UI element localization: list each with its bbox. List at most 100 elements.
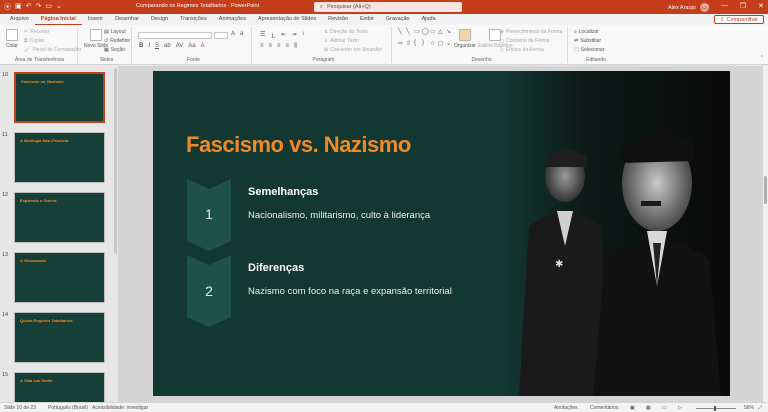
line-spacing-icon[interactable]: ↕ [301,31,304,40]
spacing-icon[interactable]: AV [176,43,184,49]
tab-desenhar[interactable]: Desenhar [109,14,145,25]
paste-button[interactable]: Colar [6,29,18,49]
editor-scroll-thumb[interactable] [764,176,767,204]
tab-revisao[interactable]: Revisão [322,14,354,25]
reading-view-icon[interactable]: ▭ [662,405,667,411]
item-1-heading[interactable]: Semelhanças [248,186,318,198]
slide-thumbnail[interactable]: A Vida sob Stalin [14,372,105,402]
text-direction-button[interactable]: ⇅ Direção do Texto [324,29,368,35]
justify-icon[interactable]: ≡ [286,43,290,50]
tab-inserir[interactable]: Inserir [82,14,109,25]
tab-design[interactable]: Design [145,14,174,25]
normal-view-icon[interactable]: ▣ [630,405,635,411]
arrow-shape-icon[interactable]: ⇨ [398,40,405,51]
grow-font-icon[interactable]: A [231,31,235,37]
tab-exibir[interactable]: Exibir [354,14,380,25]
reset-button[interactable]: ↺ Redefinir [104,38,130,44]
indent-less-icon[interactable]: ⇤ [281,31,286,40]
autosave-icon[interactable]: ⦿ [4,2,11,12]
slide-thumbnail-item[interactable]: 11 A Ideologia Nazi-Fascista [0,132,118,188]
tab-gravacao[interactable]: Gravação [380,14,416,25]
slide-thumbnail[interactable]: Queda Regimes Totalitários [14,312,105,363]
slide-thumbnail[interactable]: A Ideologia Nazi-Fascista [14,132,105,183]
item-2-heading[interactable]: Diferenças [248,262,304,274]
slide-thumbnail[interactable]: Fascismo vs. Nazismo [14,72,105,123]
star-shape-icon[interactable]: ☆ [430,40,437,51]
item-1-text[interactable]: Nacionalismo, militarismo, culto à lider… [248,210,430,221]
cut-button[interactable]: ✂ Recortar [24,29,49,35]
strike-icon[interactable]: ab [164,43,171,49]
minimize-icon[interactable]: — [721,2,728,10]
more-shapes-icon[interactable]: ⌄ [446,40,453,51]
brace-shape-icon[interactable]: } [422,40,429,51]
rect-shape-icon[interactable]: ▭ [430,28,437,39]
zoom-slider-knob[interactable] [714,406,716,411]
select-button[interactable]: ⬚ Selecionar [574,47,604,53]
shrink-font-icon[interactable]: a [240,31,243,37]
tab-arquivo[interactable]: Arquivo [4,14,35,25]
close-icon[interactable]: ✕ [758,2,764,10]
slide-thumbnail-item[interactable]: 15 A Vida sob Stalin [0,372,118,402]
arrange-button[interactable]: Organizar [454,29,476,49]
font-size-dropdown[interactable] [214,32,228,39]
sorter-view-icon[interactable]: ▦ [646,405,651,411]
brace-shape-icon[interactable]: { [414,40,421,51]
line-shape-icon[interactable]: ╲ [406,28,413,39]
bullets-icon[interactable]: ☰ [260,31,265,40]
tab-pagina-inicial[interactable]: Página Inicial [34,14,82,25]
find-button[interactable]: ⌕ Localizar [574,29,599,35]
ribbon-display-icon[interactable]: ▭ [702,2,709,10]
item-2-text[interactable]: Nazismo com foco na raça e expansão terr… [248,286,452,297]
rect-shape-icon[interactable]: ▭ [414,28,421,39]
tab-ajuda[interactable]: Ajuda [416,14,442,25]
slide-thumbnail[interactable]: Expansão e Guerra [14,192,105,243]
smartart-button[interactable]: ⊞ Converter em SmartArt [324,47,382,53]
search-box[interactable]: ⌕ Pesquisar (Alt+Q) [314,2,462,12]
replace-button[interactable]: ⇄ Substituir [574,38,601,44]
bold-icon[interactable]: B [139,43,143,49]
align-text-button[interactable]: ⇳ Alinhar Texto [324,38,359,44]
font-color-icon[interactable]: A [201,43,205,49]
layout-button[interactable]: ▤ Layout [104,29,126,35]
fit-slide-icon[interactable]: ⤢ [758,405,762,411]
numbering-icon[interactable]: ⒈ [270,31,276,40]
oval-shape-icon[interactable]: ◯ [422,28,429,39]
editor-scrollbar[interactable] [763,66,768,402]
current-slide[interactable]: ✱ Fascismo vs. Nazismo 1 Semelhanças Nac… [153,71,730,396]
shape-effects-button[interactable]: ◇ Efeitos da Forma [500,47,544,53]
arrow-shape-icon[interactable]: ⇧ [406,40,413,51]
underline-icon[interactable]: S [155,43,159,49]
language-status[interactable]: Português (Brasil) [48,405,88,411]
slide-title[interactable]: Fascismo vs. Nazismo [186,132,411,158]
undo-icon[interactable]: ↶ [26,2,32,12]
copy-button[interactable]: ⧉ Copiar [24,38,44,44]
slide-thumbnail-item[interactable]: 13 O Holocausto [0,252,118,308]
slide-thumbnail-item[interactable]: 14 Queda Regimes Totalitários [0,312,118,368]
shape-fill-button[interactable]: ◈ Preenchimento da Forma [500,29,562,35]
line-shape-icon[interactable]: ╲ [398,28,405,39]
shape-outline-button[interactable]: ◻ Contorno da Forma [500,38,550,44]
arrow-shape-icon[interactable]: ↘ [446,28,453,39]
slide-thumbnail-item[interactable]: 12 Expansão e Guerra [0,192,118,248]
section-button[interactable]: ▦ Seção [104,47,125,53]
slideshow-view-icon[interactable]: ▷ [678,405,682,411]
callout-shape-icon[interactable]: ◻ [438,40,445,51]
customize-icon[interactable]: ⌄ [56,2,62,12]
shapes-gallery[interactable]: ╲ ╲ ▭ ◯ ▭ △ ↘ ⇨ ⇧ { } ☆ ◻ ⌄ [398,28,453,51]
align-left-icon[interactable]: ≡ [260,43,264,50]
slide-thumbnail-item[interactable]: 10 Fascismo vs. Nazismo [0,72,118,128]
slide-thumbnail[interactable]: O Holocausto [14,252,105,303]
present-icon[interactable]: ▭ [45,2,52,12]
maximize-icon[interactable]: ❐ [740,2,746,10]
accessibility-status[interactable]: Acessibilidade: investigar [92,405,148,411]
tab-transicoes[interactable]: Transições [174,14,213,25]
save-icon[interactable]: ▣ [15,2,22,12]
indent-more-icon[interactable]: ⇥ [291,31,296,40]
case-icon[interactable]: Aa [188,43,195,49]
redo-icon[interactable]: ↷ [36,2,42,12]
align-center-icon[interactable]: ≡ [269,43,273,50]
share-button[interactable]: ⇪ Compartilhar [713,15,764,24]
tab-animacoes[interactable]: Animações [213,14,252,25]
columns-icon[interactable]: ⫼ [294,43,297,50]
italic-icon[interactable]: I [148,43,150,49]
